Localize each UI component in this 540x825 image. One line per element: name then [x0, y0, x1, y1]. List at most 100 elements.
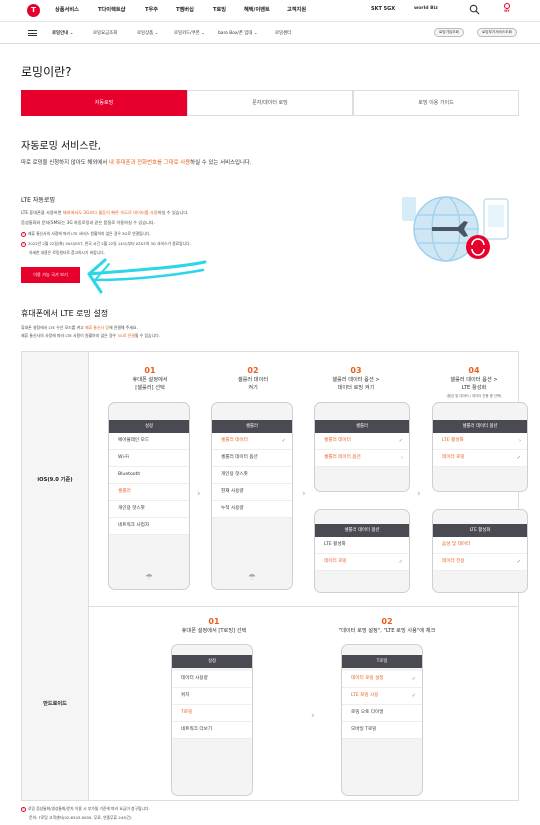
phone-title-bar: 셀룰러 데이터 옵션 — [315, 524, 409, 537]
ios-row-label: iOS(9.0 기준) — [22, 352, 89, 607]
menu-t-roaming[interactable]: T로밍 — [213, 6, 226, 13]
menu-cellular-data: 셀룰러 데이터 ✓ — [212, 433, 292, 450]
tab-roaming-guide[interactable]: 로밍 이용 가이드 — [353, 90, 519, 116]
menu-location: 위치 — [172, 688, 252, 705]
menu-t-roaming: T로밍 — [172, 705, 252, 722]
ios-step-4-num: 04 — [468, 366, 480, 375]
t-logo[interactable]: T — [27, 4, 40, 17]
lte-desc-1: LTE 휴대폰을 사용하면 해외에서도 3G보다 월등히 빠른 속도로 데이터를… — [21, 210, 189, 215]
menu-carrier: 네트워크 사업자 — [109, 518, 189, 535]
android-step-2-num: 02 — [381, 617, 393, 626]
menu-more-networks: 네트워크 더보기 — [172, 722, 252, 739]
subnav-roaming-center[interactable]: 로밍센터 — [275, 30, 291, 36]
t-logo-icon: ☂ — [247, 573, 257, 583]
menu-direct-shop[interactable]: T다이렉트샵 — [98, 6, 125, 13]
menu-hotspot: 개인용 핫스팟 — [109, 501, 189, 518]
phone-title-bar: 셀룰러 — [315, 420, 409, 433]
menu-lte-roaming-use: LTE 로밍 사용 ✓ — [342, 688, 422, 705]
ios-step-4-sub: (음성 및 데이터 / 데이터 전용 중 선택) — [446, 394, 502, 398]
chevron-right-icon: › — [197, 489, 201, 499]
phone-title-bar: LTE 활성화 — [433, 524, 527, 537]
lte-note-2: ! 2022년 2월 22일(화) 00시(EST, 한국 시간 2월 22일 1… — [21, 241, 191, 247]
subnav-roaming-fee[interactable]: 로밍요금조회 — [93, 30, 117, 36]
menu-wifi: Wi-Fi — [109, 450, 189, 467]
menu-cellular-options: 셀룰러 데이터 옵션 › — [315, 450, 409, 467]
search-icon[interactable] — [469, 4, 480, 15]
menu-mobile-t-roaming: 모바일 T로밍 — [342, 722, 422, 739]
menu-total-usage: 누적 사용량 — [212, 501, 292, 518]
page-title: 로밍이란? — [21, 65, 72, 79]
check-icon: ✓ — [398, 559, 403, 565]
lte-note-1: ! 제휴 통신사의 사정에 따라 LTE 서비스 원활하지 않은 경우 3G로 연… — [21, 231, 151, 237]
footer-note-1: ! 로밍 음성통화/영상통화/문자 이용 시 부가될 기준에 따라 요금이 청구됩… — [21, 806, 150, 812]
globe-airplane-illustration — [402, 196, 509, 262]
subnav-roaming-products[interactable]: 로밍상품 ⌄ — [137, 30, 158, 36]
chevron-right-icon: › — [302, 489, 306, 499]
android-step-1-num: 01 — [208, 617, 220, 626]
subnav-roaming-card[interactable]: 로밍카드/쿠폰 ⌄ — [174, 30, 205, 36]
tab-sms-data-roaming[interactable]: 문자/데이터 로밍 — [187, 90, 353, 116]
available-countries-button[interactable]: 이용 가능 국가 보기 — [21, 267, 80, 283]
subnav-roaming-guide[interactable]: 로밍안내 ⌄ — [52, 30, 73, 36]
ios-phone-cellular-2: 셀룰러 셀룰러 데이터 ✓ 셀룰러 데이터 옵션 › — [314, 402, 410, 492]
skt-5gx-logo[interactable]: SKT 5GX — [371, 6, 395, 12]
menu-lte-enable: LTE 활성화 › — [433, 433, 527, 450]
my-page-icon[interactable]: MY — [500, 2, 514, 18]
setting-desc-2: 제휴 통신사의 사정에 따라 LTE 사용이 원활하지 않은 경우 3G로 연결… — [21, 333, 160, 338]
worldbiz-logo[interactable]: world Biz — [414, 6, 438, 11]
ios-step-1-num: 01 — [144, 366, 156, 375]
ios-step-3-num: 03 — [350, 366, 362, 375]
menu-voice-data: 음성 및 데이터 — [433, 537, 527, 554]
chevron-right-icon: › — [401, 455, 403, 461]
phone-title-bar: 셀룰러 데이터 옵션 — [433, 420, 527, 433]
info-icon: ! — [21, 231, 26, 237]
chevron-right-icon: › — [311, 711, 315, 721]
menu-data-roaming: 데이터 로밍 ✓ — [433, 450, 527, 467]
check-icon: ✓ — [516, 455, 521, 461]
menu-data-usage: 데이터 사용량 — [172, 671, 252, 688]
roaming-join-check-button[interactable]: 로밍가입조회 — [434, 28, 464, 37]
menu-membership[interactable]: T멤버십 — [176, 6, 194, 13]
hamburger-icon[interactable] — [28, 30, 37, 36]
menu-roaming-auto-dial: 로밍 오토 다이얼 — [342, 705, 422, 722]
global-nav: T 상품서비스 T다이렉트샵 T우주 T멤버십 T로밍 혜택/이벤트 고객지원 … — [0, 0, 540, 22]
subnav-barobox[interactable]: baro Box/폰 임대 ⌄ — [218, 30, 258, 36]
tab-auto-roaming[interactable]: 자동로밍 — [21, 90, 187, 116]
menu-data-roaming-setting: 데이터 로밍 설정 ✓ — [342, 671, 422, 688]
check-icon: ✓ — [398, 438, 403, 444]
check-icon: ✓ — [516, 559, 521, 565]
ios-phone-settings: 설정 에어플레인 모드 Wi-Fi Bluetooth 셀룰러 개인용 핫스팟 … — [108, 402, 190, 590]
check-icon: ✓ — [411, 693, 416, 699]
lte-title: LTE 자동로밍 — [21, 197, 55, 204]
intro-desc: 따로 로밍을 신청하지 않아도 해외에서 내 휴대폰과 전화번호를 그대로 사용… — [21, 160, 252, 166]
ios-step-4-text: 셀룰러 데이터 옵션 > LTE 활성화 — [450, 377, 498, 391]
ios-step-3-text: 셀룰러 데이터 옵션 > 데이터 로밍 켜기 — [332, 377, 380, 391]
setting-title: 휴대폰에서 LTE 로밍 설정 — [21, 309, 109, 318]
ios-step-1-text: 휴대폰 설정에서 [셀룰러] 선택 — [132, 377, 168, 391]
android-phone-settings: 설정 데이터 사용량 위치 T로밍 네트워크 더보기 — [171, 644, 253, 796]
setting-desc-1: 휴대폰 설정에서 LTE 우선 모드를 켜고 제휴 통신사 망에 연결해 주세요… — [21, 325, 138, 330]
menu-hotspot: 개인용 핫스팟 — [212, 467, 292, 484]
menu-data-roaming: 데이터 로밍 ✓ — [315, 554, 409, 571]
sub-nav: 로밍안내 ⌄ 로밍요금조회 로밍상품 ⌄ 로밍카드/쿠폰 ⌄ baro Box/… — [0, 22, 540, 44]
phone-title-bar: 설정 — [172, 655, 252, 668]
phone-title-bar: T로밍 — [342, 655, 422, 668]
android-phone-t-roaming: T로밍 데이터 로밍 설정 ✓ LTE 로밍 사용 ✓ 로밍 오토 다이얼 모바일 … — [341, 644, 423, 796]
lte-desc-2: 음성통화와 문자(SMS)는 3G 자동로밍과 같은 품질로 이용하실 수 있습… — [21, 220, 156, 225]
menu-support[interactable]: 고객지원 — [287, 6, 306, 13]
roaming-addon-check-button[interactable]: 로밍부가서비스조회 — [477, 28, 517, 37]
menu-benefits[interactable]: 혜택/이벤트 — [244, 6, 270, 13]
chevron-right-icon: › — [519, 438, 521, 444]
menu-t-universe[interactable]: T우주 — [145, 6, 158, 13]
menu-current-usage: 현재 사용량 — [212, 484, 292, 501]
ios-row: 01 휴대폰 설정에서 [셀룰러] 선택 02 셀룰러 데이터 켜기 03 셀룰… — [89, 352, 528, 607]
menu-products[interactable]: 상품서비스 — [55, 6, 79, 13]
ios-phone-data-options-2: 셀룰러 데이터 옵션 LTE 활성화 › 데이터 로밍 ✓ — [432, 402, 528, 492]
settings-table: iOS(9.0 기준) 01 휴대폰 설정에서 [셀룰러] 선택 02 셀룰러 … — [21, 351, 528, 801]
info-icon: ! — [21, 806, 26, 812]
check-icon: ✓ — [281, 438, 286, 444]
ios-step-2-text: 셀룰러 데이터 켜기 — [237, 377, 269, 391]
menu-airplane-mode: 에어플레인 모드 — [109, 433, 189, 450]
ios-step-2-num: 02 — [247, 366, 259, 375]
ios-phone-lte-enable: LTE 활성화 음성 및 데이터 데이터 전용 ✓ — [432, 509, 528, 593]
